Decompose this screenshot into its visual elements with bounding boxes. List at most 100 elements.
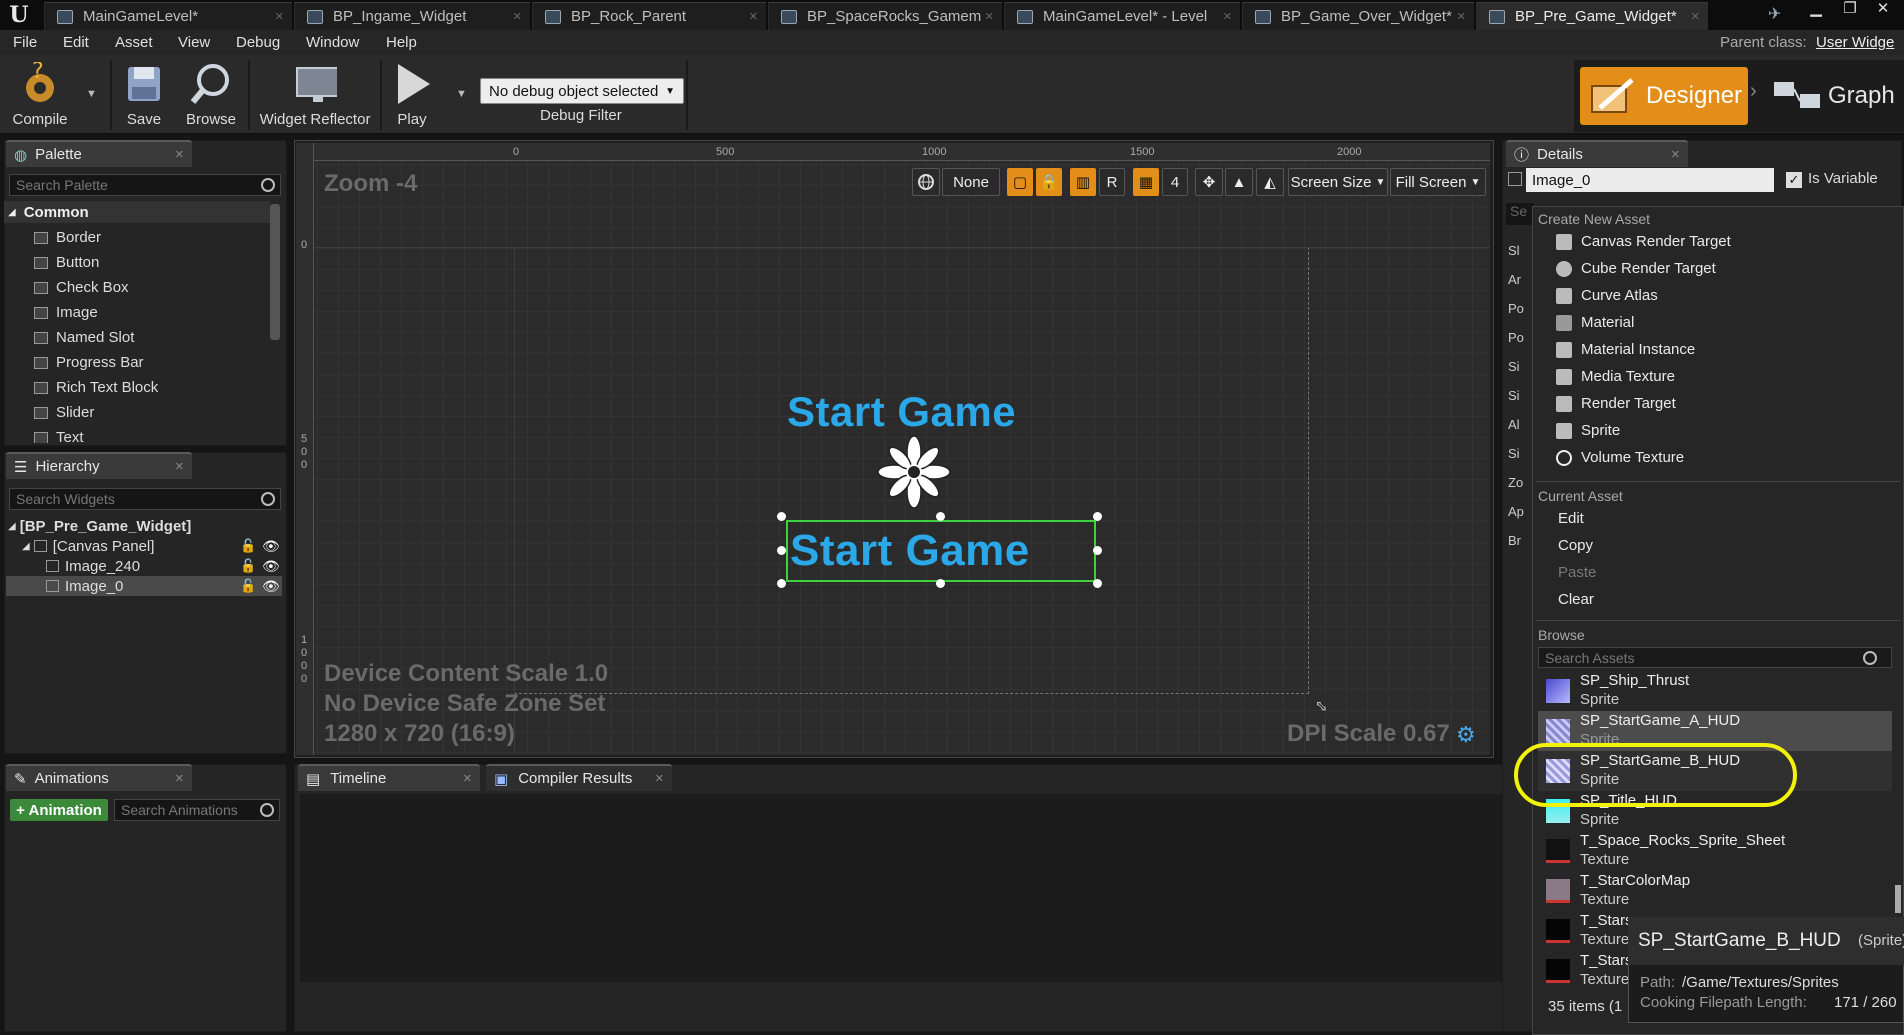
compile-button[interactable]: ? Compile bbox=[6, 58, 74, 132]
visibility-eye-icon[interactable]: 👁 bbox=[262, 538, 280, 555]
selection-handle[interactable] bbox=[1093, 512, 1102, 521]
paste-asset-item[interactable]: Paste bbox=[1558, 559, 1858, 586]
animations-search-input[interactable]: Search Animations bbox=[114, 799, 280, 821]
timeline-tab[interactable]: ▤ Timeline ✕ bbox=[298, 764, 480, 791]
selection-handle[interactable] bbox=[777, 579, 786, 588]
tab-bp-spacerocks-gamemode[interactable]: BP_SpaceRocks_Gamem ✕ bbox=[768, 2, 1002, 30]
hierarchy-search-input[interactable]: Search Widgets bbox=[9, 488, 281, 510]
play-options-chevron-icon[interactable]: ▼ bbox=[456, 88, 467, 100]
tab-bp-ingame-widget[interactable]: BP_Ingame_Widget ✕ bbox=[294, 2, 530, 30]
menu-window[interactable]: Window bbox=[306, 31, 359, 55]
debug-object-select[interactable]: No debug object selected ▼ bbox=[480, 78, 684, 104]
image-preview-icon[interactable]: ▲ bbox=[1225, 168, 1253, 196]
start-game-title-image[interactable]: Start Game bbox=[787, 388, 1016, 436]
tab-bp-pre-game-widget[interactable]: BP_Pre_Game_Widget* ✕ bbox=[1476, 2, 1708, 30]
palette-item-rich-text-block[interactable]: Rich Text Block bbox=[4, 375, 268, 400]
maximize-icon[interactable]: ❐ bbox=[1835, 0, 1865, 20]
selection-handle[interactable] bbox=[936, 579, 945, 588]
create-render-target[interactable]: Render Target bbox=[1556, 390, 1896, 417]
anchor-flower-icon[interactable] bbox=[874, 432, 954, 512]
grid-size-value[interactable]: 4 bbox=[1162, 168, 1188, 196]
details-tab[interactable]: ⓘ Details ✕ bbox=[1506, 140, 1688, 167]
close-icon[interactable]: ✕ bbox=[1691, 10, 1700, 23]
mirror-icon[interactable]: ◭ bbox=[1256, 168, 1284, 196]
visibility-eye-icon[interactable]: 👁 bbox=[262, 558, 280, 575]
tab-bp-game-over-widget[interactable]: BP_Game_Over_Widget* ✕ bbox=[1242, 2, 1474, 30]
create-sprite[interactable]: Sprite bbox=[1556, 417, 1896, 444]
screen-size-select[interactable]: Screen Size ▼ bbox=[1288, 168, 1388, 196]
is-variable-checkbox[interactable]: ✓ bbox=[1786, 172, 1802, 188]
globe-icon[interactable] bbox=[912, 168, 940, 196]
tab-main-game-level-blueprint[interactable]: MainGameLevel* - Level ✕ bbox=[1004, 2, 1240, 30]
selection-handle[interactable] bbox=[777, 546, 786, 555]
designer-mode-button[interactable]: Designer bbox=[1580, 67, 1748, 125]
graph-mode-button[interactable]: Graph bbox=[1772, 67, 1902, 125]
clear-asset-item[interactable]: Clear bbox=[1558, 586, 1858, 613]
hierarchy-tab[interactable]: ☰ Hierarchy ✕ bbox=[6, 452, 192, 479]
lock-toggle-icon[interactable]: 🔒 bbox=[1036, 168, 1062, 196]
edit-asset-item[interactable]: Edit bbox=[1558, 505, 1858, 532]
animations-tab[interactable]: ✎ Animations ✕ bbox=[6, 764, 192, 791]
menu-help[interactable]: Help bbox=[386, 31, 417, 55]
palette-scrollbar[interactable] bbox=[270, 204, 280, 340]
close-window-icon[interactable]: ✕ bbox=[1868, 0, 1898, 20]
details-search-input[interactable]: Se bbox=[1506, 203, 1534, 225]
lock-icon[interactable]: 🔓 bbox=[240, 558, 256, 574]
save-button[interactable]: Save bbox=[118, 58, 170, 132]
fill-screen-select[interactable]: Fill Screen ▼ bbox=[1390, 168, 1486, 196]
create-material[interactable]: Material bbox=[1556, 309, 1896, 336]
selection-handle[interactable] bbox=[936, 512, 945, 521]
marketplace-icon[interactable]: ✈ bbox=[1768, 4, 1790, 24]
palette-item-named-slot[interactable]: Named Slot bbox=[4, 325, 268, 350]
play-button[interactable]: Play bbox=[384, 58, 440, 132]
palette-item-progress-bar[interactable]: Progress Bar bbox=[4, 350, 268, 375]
close-icon[interactable]: ✕ bbox=[175, 772, 184, 785]
hierarchy-canvas-panel[interactable]: ◢ [Canvas Panel] bbox=[22, 536, 154, 556]
visibility-eye-icon[interactable]: 👁 bbox=[262, 578, 280, 595]
close-icon[interactable]: ✕ bbox=[655, 772, 664, 785]
menu-file[interactable]: File bbox=[13, 31, 37, 55]
close-icon[interactable]: ✕ bbox=[513, 10, 522, 23]
lock-icon[interactable]: 🔓 bbox=[240, 578, 256, 594]
parent-class-link[interactable]: User Widge bbox=[1816, 31, 1894, 55]
unreal-logo-icon[interactable]: U bbox=[0, 0, 38, 30]
browse-button[interactable]: Browse bbox=[180, 58, 242, 132]
palette-item-check-box[interactable]: Check Box bbox=[4, 275, 268, 300]
minimize-icon[interactable]: ▁ bbox=[1801, 0, 1831, 20]
create-cube-render-target[interactable]: Cube Render Target bbox=[1556, 255, 1896, 282]
close-icon[interactable]: ✕ bbox=[463, 772, 472, 785]
widget-name-input[interactable]: Image_0 bbox=[1526, 168, 1774, 192]
menu-view[interactable]: View bbox=[178, 31, 210, 55]
asset-row-sp-ship-thrust[interactable]: SP_Ship_Thrust Sprite bbox=[1538, 671, 1892, 711]
selection-handle[interactable] bbox=[777, 512, 786, 521]
close-icon[interactable]: ✕ bbox=[1457, 10, 1466, 23]
hierarchy-root[interactable]: ◢ [BP_Pre_Game_Widget] bbox=[8, 516, 191, 536]
create-canvas-render-target[interactable]: Canvas Render Target bbox=[1556, 228, 1896, 255]
compiler-results-tab[interactable]: ▣ Compiler Results ✕ bbox=[486, 764, 672, 791]
asset-search-input[interactable]: Search Assets bbox=[1538, 647, 1892, 668]
close-icon[interactable]: ✕ bbox=[749, 10, 758, 23]
close-icon[interactable]: ✕ bbox=[175, 460, 184, 473]
close-icon[interactable]: ✕ bbox=[275, 10, 284, 23]
start-game-selected-image[interactable]: Start Game bbox=[790, 526, 1030, 576]
palette-category-common[interactable]: ◢ Common bbox=[4, 201, 270, 223]
asset-row-t-space-rocks-sprite-sheet[interactable]: T_Space_Rocks_Sprite_Sheet Texture bbox=[1538, 831, 1892, 871]
tab-main-game-level[interactable]: MainGameLevel* ✕ bbox=[44, 2, 292, 30]
dpi-settings-gear-icon[interactable]: ⚙ bbox=[1456, 722, 1476, 748]
palette-item-slider[interactable]: Slider bbox=[4, 400, 268, 425]
tab-bp-rock-parent[interactable]: BP_Rock_Parent ✕ bbox=[532, 2, 766, 30]
selection-handle[interactable] bbox=[1093, 579, 1102, 588]
asset-list-scrollbar[interactable] bbox=[1895, 885, 1901, 913]
selection-handle[interactable] bbox=[1093, 546, 1102, 555]
close-icon[interactable]: ✕ bbox=[1671, 148, 1680, 161]
widget-reflector-button[interactable]: Widget Reflector bbox=[252, 58, 378, 132]
transform-icon[interactable]: ✥ bbox=[1195, 168, 1223, 196]
lock-icon[interactable]: 🔓 bbox=[240, 538, 256, 554]
create-media-texture[interactable]: Media Texture bbox=[1556, 363, 1896, 390]
outline-toggle-icon[interactable]: ▢ bbox=[1007, 168, 1033, 196]
palette-item-text[interactable]: Text bbox=[4, 425, 268, 443]
palette-item-button[interactable]: Button bbox=[4, 250, 268, 275]
asset-row-t-starcolormap[interactable]: T_StarColorMap Texture bbox=[1538, 871, 1892, 911]
create-material-instance[interactable]: Material Instance bbox=[1556, 336, 1896, 363]
menu-edit[interactable]: Edit bbox=[63, 31, 89, 55]
